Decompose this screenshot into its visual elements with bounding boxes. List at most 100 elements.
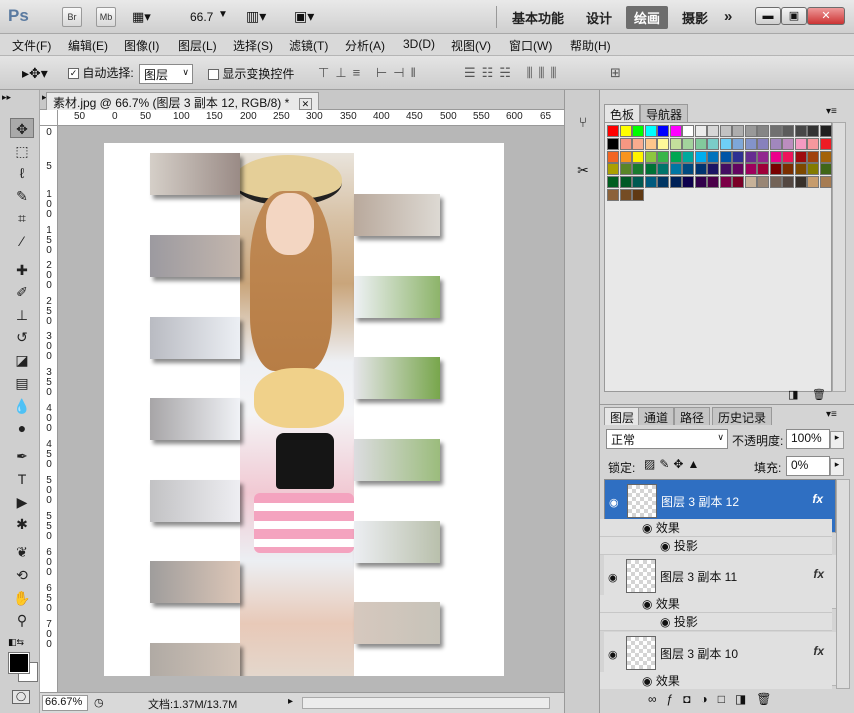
delete-swatch-icon[interactable]: 🗑 bbox=[812, 388, 826, 401]
shadow-row[interactable]: ◉ 投影 bbox=[600, 613, 832, 631]
quick-mask-icon[interactable]: ◯ bbox=[12, 690, 30, 704]
color-swatch[interactable] bbox=[719, 176, 732, 189]
zoom-level[interactable]: 66.7 bbox=[190, 10, 213, 24]
arrange-docs-icon[interactable]: ▥▾ bbox=[246, 8, 266, 25]
stamp-tool-icon[interactable]: ⊥ bbox=[10, 305, 34, 325]
color-swatch[interactable] bbox=[757, 137, 769, 150]
lock-icons[interactable]: ▨✎✥▲ bbox=[644, 457, 703, 471]
color-swatch[interactable] bbox=[619, 125, 632, 137]
auto-select-option[interactable]: ✓ 自动选择: bbox=[68, 64, 134, 81]
effects-row[interactable]: ◉ 效果 bbox=[600, 672, 832, 689]
status-info-icon[interactable]: ◷ bbox=[94, 696, 104, 709]
status-menu-icon[interactable]: ▸ bbox=[288, 696, 293, 707]
color-swatch[interactable] bbox=[694, 137, 707, 150]
color-swatch[interactable] bbox=[607, 150, 619, 163]
color-swatch[interactable] bbox=[619, 163, 632, 176]
color-swatch[interactable] bbox=[782, 176, 794, 189]
swatch-grid[interactable] bbox=[604, 122, 832, 392]
workspace-essentials[interactable]: 基本功能 bbox=[512, 8, 564, 27]
workspace-photography[interactable]: 摄影 bbox=[682, 8, 708, 27]
eyedropper-tool-icon[interactable]: ⁄ bbox=[10, 231, 34, 251]
eye-icon[interactable]: ◉ bbox=[608, 571, 618, 584]
color-swatch[interactable] bbox=[794, 137, 807, 150]
color-swatch[interactable] bbox=[657, 150, 669, 163]
blur-tool-icon[interactable]: 💧 bbox=[10, 396, 34, 416]
fx-icon[interactable]: fx bbox=[812, 492, 823, 506]
color-swatch[interactable] bbox=[732, 125, 744, 137]
eye-icon[interactable]: ◉ bbox=[660, 615, 674, 629]
color-swatch[interactable] bbox=[669, 176, 682, 189]
color-swatch[interactable] bbox=[769, 137, 782, 150]
blend-mode-select[interactable]: 正常 ∨ bbox=[606, 429, 728, 449]
layer-actions[interactable]: ∞ƒ◘◑□◨🗑 bbox=[648, 692, 782, 706]
opacity-field[interactable]: 100% bbox=[786, 429, 830, 449]
effects-row[interactable]: ◉ 效果 bbox=[600, 519, 832, 537]
menu-layer[interactable]: 图层(L) bbox=[178, 37, 217, 54]
color-swatch[interactable] bbox=[744, 176, 757, 189]
color-swatch[interactable] bbox=[607, 189, 619, 201]
color-swatch[interactable] bbox=[732, 176, 744, 189]
color-swatch[interactable] bbox=[757, 150, 769, 163]
minimize-icon[interactable]: ▬ bbox=[755, 7, 781, 25]
ruler-origin[interactable] bbox=[40, 110, 58, 126]
color-swatch[interactable] bbox=[669, 125, 682, 137]
type-tool-icon[interactable]: T bbox=[10, 469, 34, 489]
color-swatch[interactable] bbox=[632, 189, 644, 201]
panel-menu-icon[interactable]: ▾≡ bbox=[826, 409, 837, 420]
color-swatch[interactable] bbox=[632, 150, 644, 163]
fill-field[interactable]: 0% bbox=[786, 456, 830, 476]
color-swatch[interactable] bbox=[782, 125, 794, 137]
color-swatch[interactable] bbox=[807, 125, 819, 137]
fill-slider-icon[interactable]: ▸ bbox=[830, 458, 844, 476]
color-swatch[interactable] bbox=[657, 163, 669, 176]
color-swatch[interactable] bbox=[819, 125, 832, 137]
brush-presets-icon[interactable]: ⑂ bbox=[573, 114, 593, 134]
shadow-row[interactable]: ◉ 投影 bbox=[600, 537, 832, 555]
color-swatch[interactable] bbox=[807, 137, 819, 150]
color-swatch[interactable] bbox=[744, 137, 757, 150]
move-tool-icon[interactable]: ✥ bbox=[10, 118, 34, 138]
horizontal-scrollbar[interactable] bbox=[302, 697, 550, 709]
color-swatch[interactable] bbox=[732, 150, 744, 163]
opacity-slider-icon[interactable]: ▸ bbox=[830, 431, 844, 449]
color-swatch[interactable] bbox=[632, 137, 644, 150]
distribute-icons[interactable]: ☰☷☵ ⫼⫼⫼ bbox=[464, 65, 563, 81]
color-swatch[interactable] bbox=[619, 189, 632, 201]
new-swatch-icon[interactable]: ◨ bbox=[788, 388, 798, 401]
workspace-painting[interactable]: 绘画 bbox=[626, 6, 669, 29]
tab-history[interactable]: 历史记录 bbox=[712, 407, 773, 425]
workspace-design[interactable]: 设计 bbox=[586, 8, 612, 27]
color-swatch[interactable] bbox=[782, 163, 794, 176]
color-swatch[interactable] bbox=[632, 125, 644, 137]
color-swatch[interactable] bbox=[607, 137, 619, 150]
color-swatch[interactable] bbox=[657, 125, 669, 137]
color-swatch[interactable] bbox=[607, 163, 619, 176]
close-icon[interactable]: ✕ bbox=[807, 7, 845, 25]
color-swatch[interactable] bbox=[757, 125, 769, 137]
shape-tool-icon[interactable]: ✱ bbox=[10, 514, 34, 534]
3d-rotate-icon[interactable]: ❦ bbox=[10, 542, 34, 562]
color-swatch[interactable] bbox=[707, 150, 719, 163]
default-colors-icon[interactable]: ◧⇆ bbox=[8, 637, 24, 648]
tab-layers[interactable]: 图层 bbox=[604, 407, 641, 425]
color-swatch[interactable] bbox=[694, 125, 707, 137]
eye-icon[interactable]: ◉ bbox=[660, 539, 674, 553]
marquee-tool-icon[interactable]: ⬚ bbox=[10, 141, 34, 161]
color-swatch[interactable] bbox=[682, 137, 694, 150]
color-swatch[interactable] bbox=[694, 150, 707, 163]
3d-orbit-icon[interactable]: ⟲ bbox=[10, 565, 34, 585]
align-icons[interactable]: ⊤⊥≡ ⊢⊣‖ bbox=[318, 65, 422, 81]
color-swatch[interactable] bbox=[807, 163, 819, 176]
color-swatch[interactable] bbox=[757, 176, 769, 189]
eye-icon[interactable]: ◉ bbox=[642, 674, 656, 688]
menu-image[interactable]: 图像(I) bbox=[124, 37, 159, 54]
color-swatch[interactable] bbox=[644, 176, 657, 189]
healing-brush-icon[interactable]: ✚ bbox=[10, 260, 34, 280]
color-swatch[interactable] bbox=[819, 150, 832, 163]
color-swatch[interactable] bbox=[657, 176, 669, 189]
zoom-dropdown-icon[interactable]: ▼ bbox=[218, 9, 228, 20]
dodge-tool-icon[interactable]: ● bbox=[10, 418, 34, 438]
auto-align-icon[interactable]: ⊞ bbox=[610, 65, 621, 81]
show-transform-checkbox[interactable] bbox=[208, 69, 219, 81]
color-swatch[interactable] bbox=[769, 163, 782, 176]
